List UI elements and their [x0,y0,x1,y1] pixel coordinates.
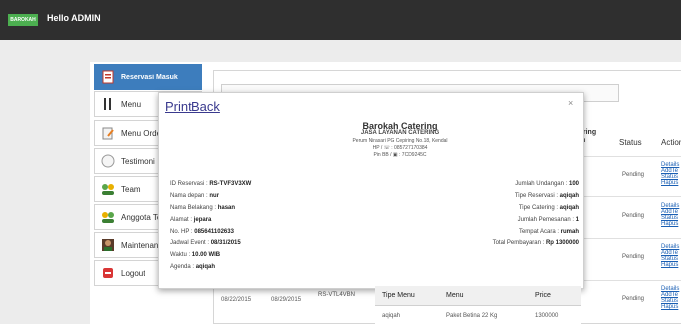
status-cell: Pending [622,213,645,219]
app-root: BAROKAH Hello ADMIN Reservasi Masuk Menu… [0,0,681,324]
company-tagline: JASA LAYANAN CATERING [360,130,440,136]
cutlery-icon [101,97,115,111]
greeting-text: Hello ADMIN [47,13,101,23]
agenda-field: Agenda : aqiqah [170,264,216,270]
sidebar-item-reservasi-masuk[interactable]: Reservasi Masuk [94,64,202,90]
print-link[interactable]: Print [165,99,192,114]
no-hp-field: No. HP : 085641102633 [170,229,234,235]
sidebar-item-label: Anggota Te [121,212,162,222]
alamat-field: Alamat : jepara [170,217,212,223]
testimonial-icon [101,154,115,168]
sidebar-item-label: Testimoni [121,156,155,166]
id-reservasi-field: ID Reservasi : RS-TVF3V3XW [170,181,252,187]
status-cell: Pending [622,254,645,260]
jumlah-undangan-field: Jumlah Undangan : 100 [515,181,579,187]
jumlah-pemesanan-field: Jumlah Pemesanan : 1 [517,217,579,223]
maintenance-icon [101,238,115,252]
column-header-action: Action [661,138,681,147]
row-divider [575,196,681,197]
back-link[interactable]: Back [191,99,220,114]
status-cell: Pending [622,296,645,302]
row-divider [575,280,681,281]
order-cell-price: 1300000 [535,313,559,319]
nama-belakang-field: Nama Belakang : hasan [170,205,236,211]
delete-link[interactable]: Hapus [661,221,678,227]
delete-link[interactable]: Hapus [661,304,678,310]
order-icon [101,126,115,140]
order-cell-tipe-menu: aqiqah [382,313,401,319]
order-header-tipe-menu: Tipe Menu [382,292,415,299]
total-pembayaran-field: Total Pembayaran : Rp 1300000 [492,240,579,246]
column-header-status: Status [619,138,642,147]
status-cell: Pending [622,172,645,178]
row-divider [575,156,681,157]
start-date-cell: 08/22/2015 [221,297,252,303]
order-header-menu: Menu [446,292,464,299]
tipe-reservasi-field: Tipe Reservasi : aqiqah [514,193,579,199]
brand-logo[interactable]: BAROKAH [8,14,38,26]
top-navbar: BAROKAH Hello ADMIN [0,0,681,40]
delete-link[interactable]: Hapus [661,180,678,186]
sidebar-item-label: Reservasi Masuk [121,73,178,81]
tempat-acara-field: Tempat Acara : rumah [518,229,579,235]
sidebar-item-label: Menu [121,99,142,109]
reservation-icon [101,70,115,84]
waktu-field: Waktu : 10.00 WIB [170,252,221,258]
logout-icon [101,266,115,280]
jadwal-event-field: Jadwal Event : 08/31/2015 [170,240,241,246]
company-pin-bb: Pin BB / ▣ : 7CD9245C [373,152,427,158]
delete-link[interactable]: Hapus [661,262,678,268]
order-cell-menu: Paket Betina 22 Kg [446,313,498,319]
team-icon [101,182,115,196]
row-divider [575,238,681,239]
order-header-price: Price [535,292,551,299]
end-date-cell: 08/29/2015 [271,297,302,303]
sidebar-item-label: Team [121,184,141,194]
reservation-id-cell: RS-VTL4VBN [318,292,356,298]
nama-depan-field: Nama depan : nur [170,193,220,199]
tipe-catering-field: Tipe Catering : aqiqah [518,205,579,211]
company-phone: HP / ☏ : 085727170384 [372,145,428,151]
members-icon [101,210,115,224]
close-icon[interactable]: × [568,98,573,108]
sidebar-item-label: Logout [121,268,146,278]
company-address: Perum Nirasari PG Cepiring No.18, Kendal [352,138,448,144]
